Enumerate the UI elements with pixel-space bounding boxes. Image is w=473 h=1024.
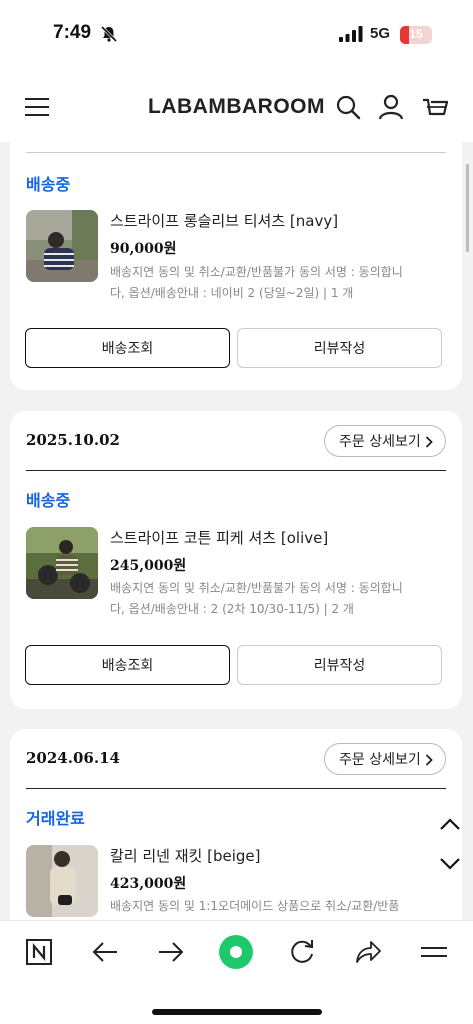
refresh-icon[interactable]	[287, 937, 317, 967]
naver-icon[interactable]	[24, 937, 54, 967]
cellular-signal-icon	[339, 26, 363, 42]
product-name[interactable]: 스트라이프 코튼 피케 셔츠 [olive]	[110, 527, 328, 548]
write-review-button[interactable]: 리뷰작성	[237, 328, 442, 368]
site-header: LABAMBAROOM	[0, 70, 473, 142]
home-indicator	[152, 1009, 322, 1015]
chevron-right-icon	[425, 436, 433, 448]
track-delivery-button[interactable]: 배송조회	[25, 328, 230, 368]
product-name[interactable]: 스트라이프 롱슬리브 티셔츠 [navy]	[110, 210, 338, 231]
order-status: 거래완료	[26, 809, 85, 828]
order-status: 배송중	[26, 491, 71, 510]
order-detail-button[interactable]: 주문 상세보기	[324, 743, 446, 775]
search-icon[interactable]	[335, 94, 361, 120]
product-price: 90,000원	[110, 241, 177, 257]
network-type: 5G	[370, 25, 391, 42]
bell-muted-icon	[100, 25, 118, 43]
order-detail-label: 주문 상세보기	[339, 434, 421, 450]
product-image[interactable]	[26, 845, 98, 917]
user-icon[interactable]	[378, 94, 404, 120]
battery-indicator: 15	[400, 26, 432, 44]
order-date: 2025.10.02	[26, 431, 120, 449]
cart-icon[interactable]	[422, 94, 448, 120]
forward-arrow-icon[interactable]	[156, 937, 186, 967]
product-name[interactable]: 칼리 리넨 재킷 [beige]	[110, 845, 260, 866]
green-dot-icon[interactable]	[218, 934, 254, 970]
order-detail-button[interactable]: 주문 상세보기	[324, 425, 446, 457]
product-image[interactable]	[26, 527, 98, 599]
order-card: 2024.06.14 주문 상세보기 거래완료 칼리 리넨 재킷 [beige]…	[10, 729, 462, 920]
order-status: 배송중	[26, 175, 71, 194]
chevron-down-icon[interactable]	[438, 852, 462, 876]
order-card: 배송중 스트라이프 롱슬리브 티셔츠 [navy] 90,000원 배송지연 동…	[10, 142, 462, 390]
product-options: 배송지연 동의 및 취소/교환/반품불가 동의 서명 : 동의합니다, 옵션/배…	[110, 581, 403, 616]
more-menu-icon[interactable]	[419, 937, 449, 967]
write-review-button[interactable]: 리뷰작성	[237, 645, 442, 685]
order-detail-label: 주문 상세보기	[339, 752, 421, 768]
scrollbar-thumb[interactable]	[466, 164, 469, 252]
chevron-up-icon[interactable]	[438, 812, 462, 836]
status-bar: 7:49 5G 15	[0, 0, 473, 70]
product-price: 245,000원	[110, 558, 187, 574]
order-card: 2025.10.02 주문 상세보기 배송중 스트라이프 코튼 피케 셔츠 [o…	[10, 411, 462, 709]
order-date: 2024.06.14	[26, 749, 120, 767]
order-list: 배송중 스트라이프 롱슬리브 티셔츠 [navy] 90,000원 배송지연 동…	[0, 142, 473, 920]
browser-toolbar	[0, 920, 473, 1024]
product-image[interactable]	[26, 210, 98, 282]
product-price: 423,000원	[110, 876, 187, 892]
battery-level: 15	[409, 27, 423, 41]
back-arrow-icon[interactable]	[90, 937, 120, 967]
status-time: 7:49	[53, 22, 92, 43]
share-icon[interactable]	[353, 937, 383, 967]
product-options: 배송지연 동의 및 1:1오더메이드 상품으로 취소/교환/반품불가 동의 서명…	[110, 899, 400, 913]
product-options: 배송지연 동의 및 취소/교환/반품불가 동의 서명 : 동의합니다, 옵션/배…	[110, 265, 403, 300]
track-delivery-button[interactable]: 배송조회	[25, 645, 230, 685]
chevron-right-icon	[425, 754, 433, 766]
